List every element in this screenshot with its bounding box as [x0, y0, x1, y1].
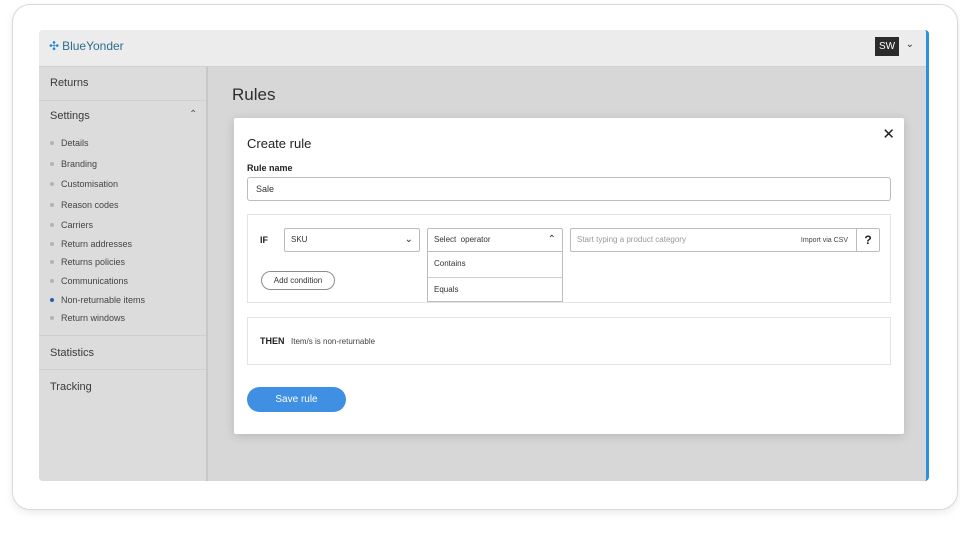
bullet-icon — [50, 141, 54, 145]
logo-text: BlueYonder — [62, 39, 124, 53]
top-bar: ✣ BlueYonder SW ⌄ — [39, 30, 926, 67]
action-block: THEN Item/s is non-returnable — [247, 317, 891, 365]
chevron-down-icon: ⌄ — [404, 234, 413, 245]
bullet-icon — [50, 316, 54, 320]
sidebar-item-returns[interactable]: Returns — [50, 77, 89, 89]
bullet-icon — [50, 298, 54, 302]
help-button[interactable]: ? — [856, 228, 880, 252]
modal-title: Create rule — [247, 136, 312, 151]
sidebar-item-label: Customisation — [61, 179, 119, 189]
blueyonder-mark-icon: ✣ — [49, 39, 60, 53]
sidebar-item-branding[interactable]: Branding — [50, 159, 97, 169]
chevron-up-icon: ⌃ — [547, 234, 556, 245]
sidebar-item-settings[interactable]: Settings — [50, 110, 90, 122]
operator-option-contains[interactable]: Contains — [428, 252, 562, 277]
bullet-icon — [50, 223, 54, 227]
add-condition-button[interactable]: Add condition — [261, 271, 335, 290]
bullet-icon — [50, 242, 54, 246]
sidebar-item-label: Communications — [61, 276, 129, 286]
sidebar-item-details[interactable]: Details — [50, 138, 89, 148]
chevron-up-icon[interactable]: ⌃ — [189, 109, 197, 120]
operator-select[interactable]: Select operator ⌃ — [427, 228, 563, 252]
sidebar-item-label: Reason codes — [61, 200, 119, 210]
sidebar-item-return-windows[interactable]: Return windows — [50, 313, 125, 323]
operator-option-equals[interactable]: Equals — [428, 277, 562, 302]
category-placeholder: Start typing a product category — [577, 235, 686, 244]
sidebar-item-non-returnable-items[interactable]: Non-returnable items — [50, 295, 145, 305]
sidebar-item-returns-policies[interactable]: Returns policies — [50, 257, 125, 267]
logo[interactable]: ✣ BlueYonder — [49, 39, 124, 53]
sidebar-item-customisation[interactable]: Customisation — [50, 179, 118, 189]
category-input[interactable]: Start typing a product category Import v… — [570, 228, 856, 252]
rule-name-input[interactable]: Sale — [247, 177, 891, 201]
then-label: THEN — [260, 336, 285, 346]
bullet-icon — [50, 279, 54, 283]
bullet-icon — [50, 162, 54, 166]
then-text: Item/s is non-returnable — [291, 337, 376, 346]
bullet-icon — [50, 203, 54, 207]
sidebar-item-carriers[interactable]: Carriers — [50, 220, 93, 230]
chevron-down-icon[interactable]: ⌄ — [906, 39, 914, 50]
sidebar-item-label: Non-returnable items — [61, 295, 146, 305]
sidebar-item-reason-codes[interactable]: Reason codes — [50, 200, 119, 210]
sidebar-divider — [39, 335, 206, 336]
condition-block: IF SKU ⌄ Select operator ⌃ Contains Equa… — [247, 214, 891, 303]
field-select-value: SKU — [291, 235, 308, 244]
close-icon[interactable]: ✕ — [882, 125, 895, 143]
sidebar-item-label: Return windows — [61, 313, 126, 323]
sidebar-item-label: Details — [61, 138, 89, 148]
page-title: Rules — [232, 85, 276, 104]
sidebar-divider — [39, 369, 206, 370]
sidebar-divider — [39, 100, 206, 101]
sidebar-item-label: Return addresses — [61, 239, 133, 249]
avatar[interactable]: SW — [875, 37, 899, 56]
sidebar: Returns Settings ⌃ Details Branding Cust… — [39, 67, 208, 481]
sidebar-item-label: Branding — [61, 159, 98, 169]
sidebar-item-statistics[interactable]: Statistics — [50, 347, 94, 359]
sidebar-item-communications[interactable]: Communications — [50, 276, 128, 286]
sidebar-item-return-addresses[interactable]: Return addresses — [50, 239, 132, 249]
create-rule-modal: Create rule ✕ Rule name Sale IF SKU ⌄ Se… — [234, 118, 904, 434]
field-select[interactable]: SKU ⌄ — [284, 228, 420, 252]
import-csv-link[interactable]: Import via CSV — [801, 237, 848, 244]
operator-select-value: Select operator — [434, 235, 491, 244]
sidebar-item-label: Carriers — [61, 220, 94, 230]
if-label: IF — [260, 235, 268, 245]
sidebar-item-label: Returns policies — [61, 257, 126, 267]
save-rule-button[interactable]: Save rule — [247, 387, 346, 412]
sidebar-item-tracking[interactable]: Tracking — [50, 381, 92, 393]
rule-name-label: Rule name — [247, 163, 293, 173]
operator-dropdown: Contains Equals — [427, 252, 563, 302]
bullet-icon — [50, 182, 54, 186]
bullet-icon — [50, 260, 54, 264]
